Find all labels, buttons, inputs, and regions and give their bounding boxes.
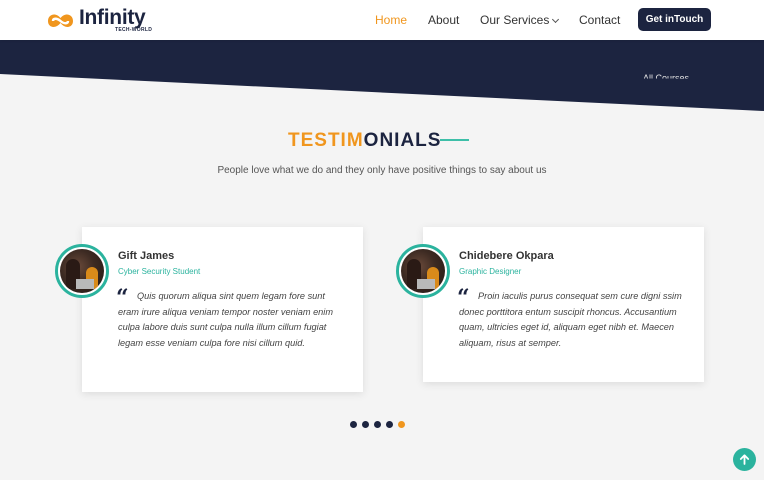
avatar xyxy=(55,244,109,298)
title-underline xyxy=(440,139,469,141)
carousel-dot-active[interactable] xyxy=(398,421,405,428)
nav-about[interactable]: About xyxy=(428,13,459,27)
testimonial-quote: Proin iaculis purus consequat sem cure d… xyxy=(459,291,682,348)
nav-contact[interactable]: Contact xyxy=(579,13,620,27)
testimonial-quote: Quis quorum aliqua sint quem legam fore … xyxy=(118,291,333,348)
testimonial-card: Chidebere Okpara Graphic Designer “ Proi… xyxy=(423,227,704,382)
chevron-down-icon xyxy=(552,15,560,24)
nav-our-services[interactable]: Our Services xyxy=(480,13,560,27)
logo[interactable]: Infinity TECH-WORLD xyxy=(44,6,152,33)
infinity-logo-icon xyxy=(48,14,73,27)
back-to-top-button[interactable] xyxy=(733,448,756,471)
get-in-touch-button[interactable]: Get inTouch xyxy=(638,8,711,31)
section-title: TESTIMONIALS xyxy=(288,130,441,152)
section-title-rest: ONIALS xyxy=(363,130,442,151)
logo-tagline: TECH-WORLD xyxy=(115,27,153,33)
section-subtitle: People love what we do and they only hav… xyxy=(217,165,547,176)
section-title-highlight: TESTIM xyxy=(288,130,364,151)
logo-wordmark: Infinity xyxy=(79,6,146,29)
carousel-dots xyxy=(350,421,405,428)
testimonial-role: Graphic Designer xyxy=(459,267,522,276)
carousel-dot[interactable] xyxy=(386,421,393,428)
carousel-dot[interactable] xyxy=(374,421,381,428)
testimonial-name: Chidebere Okpara xyxy=(459,250,554,262)
testimonial-name: Gift James xyxy=(118,250,175,262)
testimonial-role: Cyber Security Student xyxy=(118,267,201,276)
arrow-up-icon xyxy=(739,454,750,465)
hero-band: All Courses xyxy=(0,40,764,115)
nav-home[interactable]: Home xyxy=(375,13,407,27)
carousel-dot[interactable] xyxy=(362,421,369,428)
site-header: Infinity TECH-WORLD Home About Our Servi… xyxy=(0,0,764,40)
nav-our-services-label: Our Services xyxy=(480,13,550,27)
avatar xyxy=(396,244,450,298)
testimonial-card: Gift James Cyber Security Student “ Quis… xyxy=(82,227,363,392)
carousel-dot[interactable] xyxy=(350,421,357,428)
